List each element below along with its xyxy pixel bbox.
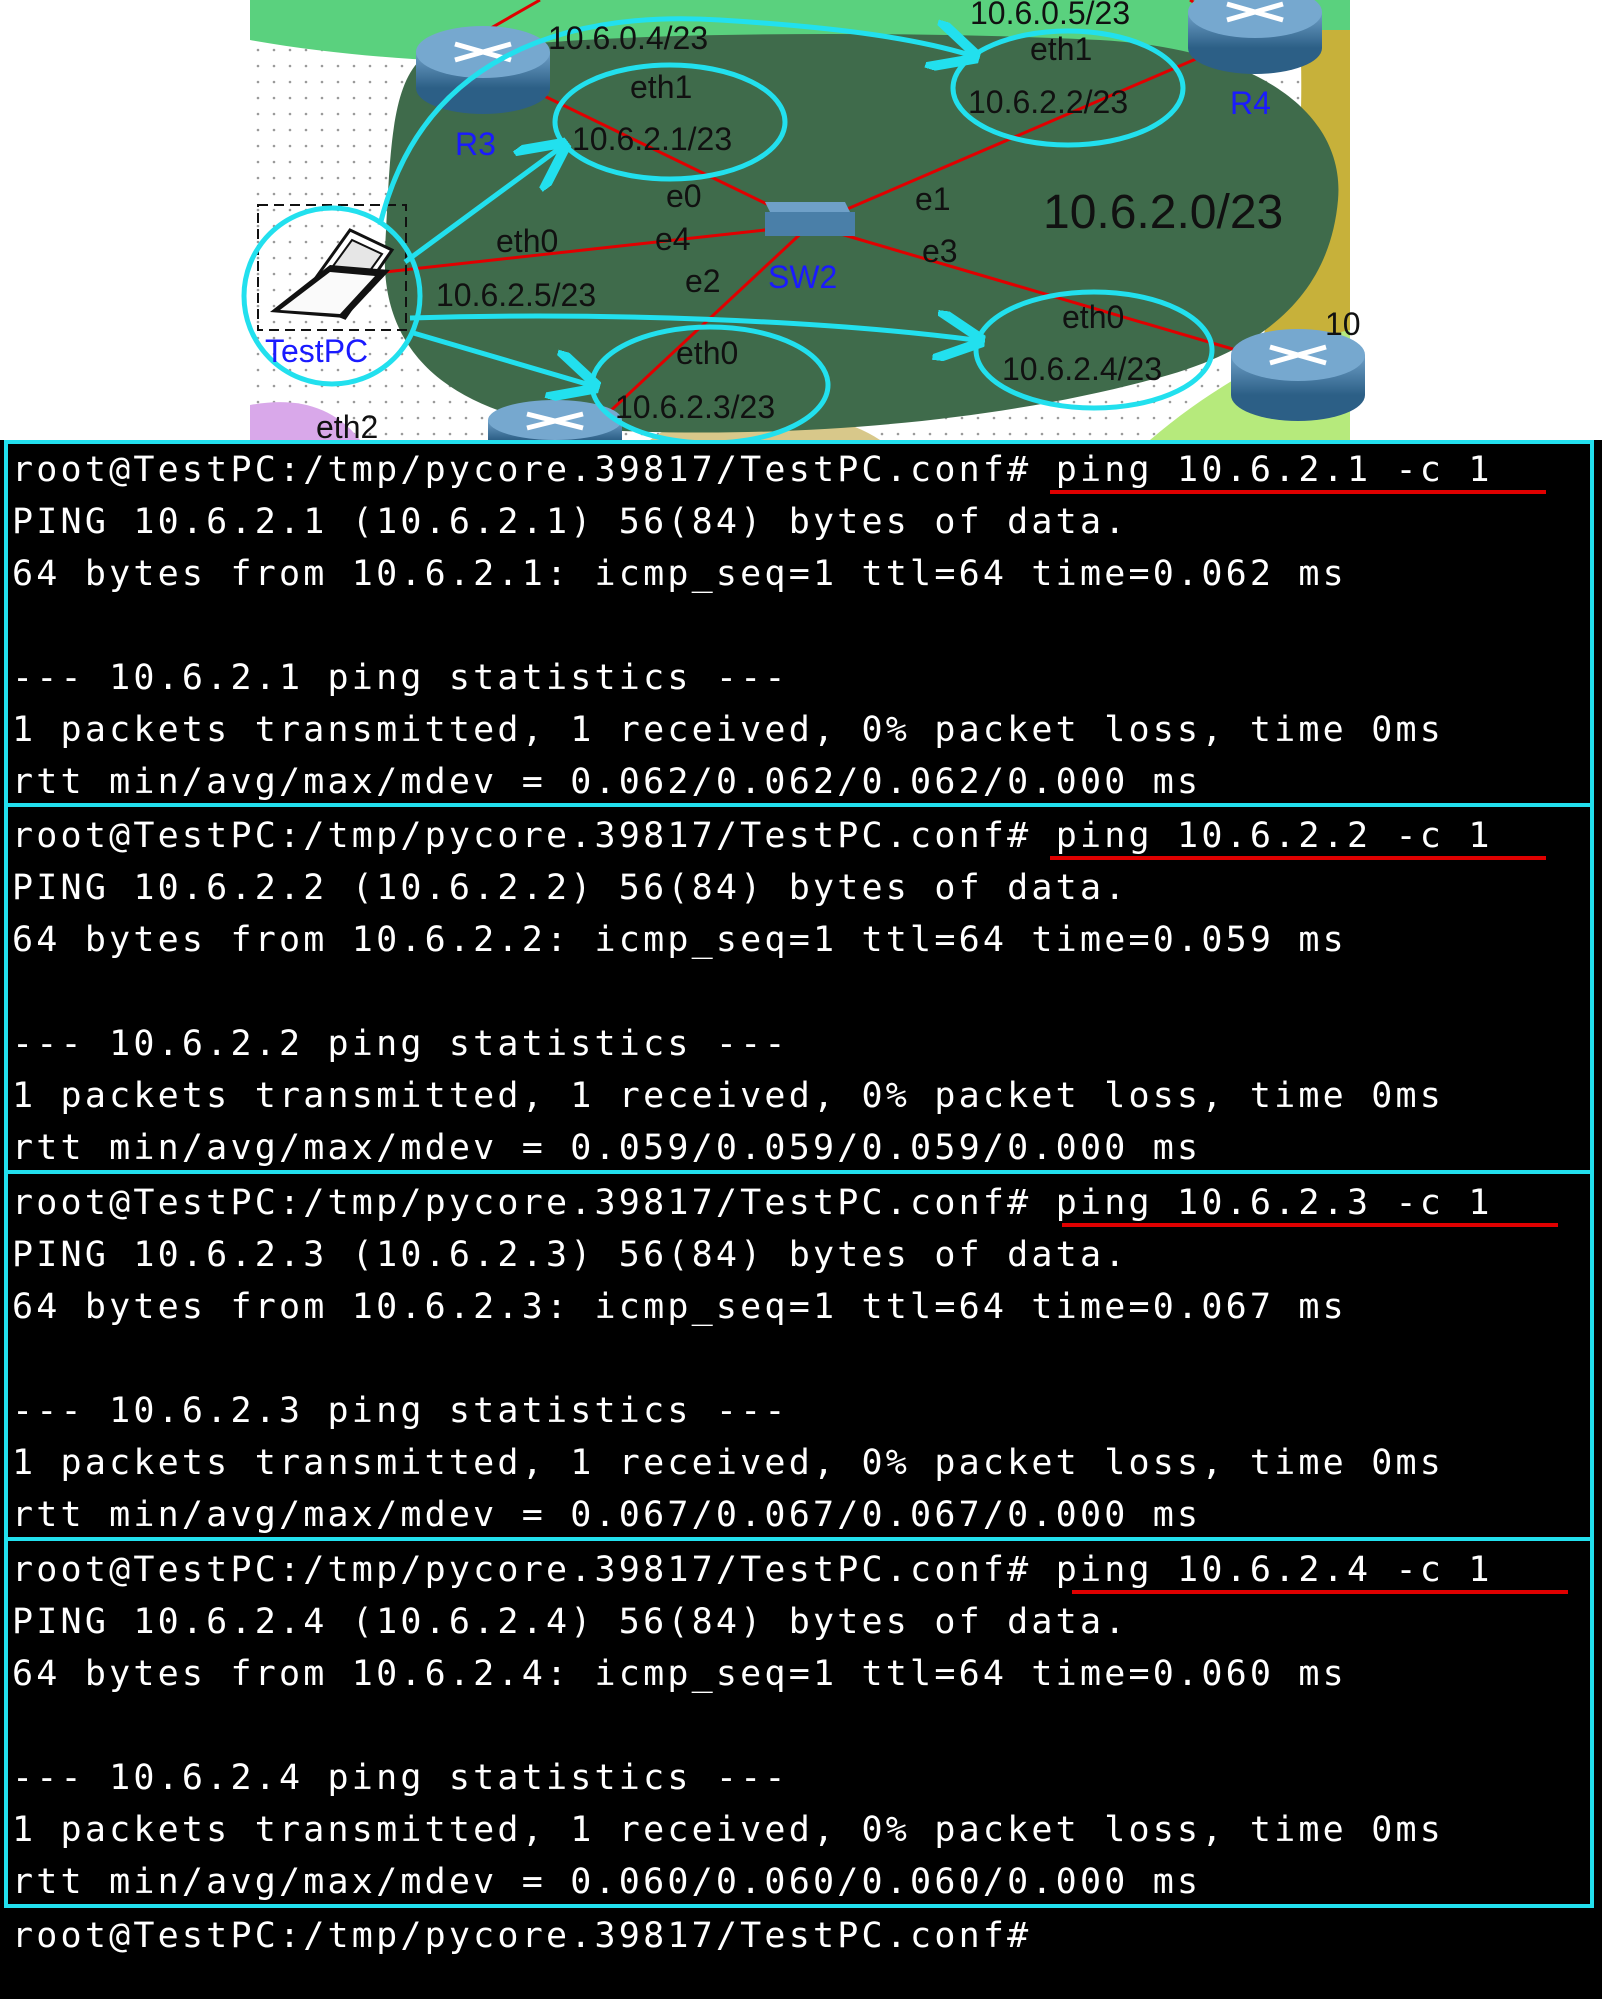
output-line: rtt min/avg/max/mdev = 0.060/0.060/0.060…: [12, 1862, 1202, 1902]
output-line: 64 bytes from 10.6.2.3: icmp_seq=1 ttl=6…: [12, 1287, 1347, 1327]
sw2-port-e0: e0: [666, 178, 702, 214]
output-line: 1 packets transmitted, 1 received, 0% pa…: [12, 1810, 1445, 1850]
command-underline: [1050, 856, 1546, 860]
output-line: 64 bytes from 10.6.2.4: icmp_seq=1 ttl=6…: [12, 1654, 1347, 1694]
output-line: PING 10.6.2.3 (10.6.2.3) 56(84) bytes of…: [12, 1235, 1129, 1275]
router-r4[interactable]: [1188, 0, 1322, 74]
command-underline: [1072, 1590, 1568, 1594]
subnet-label: 10.6.2.0/23: [1043, 186, 1283, 239]
r4-name: R4: [1230, 85, 1271, 121]
r3-name: R3: [455, 126, 496, 162]
ping-command: ping 10.6.2.3 -c 1: [1031, 1183, 1493, 1223]
sw2-port-e2: e2: [685, 263, 721, 299]
ping-command: ping 10.6.2.1 -c 1: [1031, 450, 1493, 490]
router-r5[interactable]: [1231, 329, 1365, 421]
shell-prompt: root@TestPC:/tmp/pycore.39817/TestPC.con…: [12, 816, 1032, 856]
output-line: rtt min/avg/max/mdev = 0.067/0.067/0.067…: [12, 1495, 1202, 1535]
shell-prompt: root@TestPC:/tmp/pycore.39817/TestPC.con…: [12, 1550, 1032, 1590]
shell-prompt: root@TestPC:/tmp/pycore.39817/TestPC.con…: [12, 1183, 1032, 1223]
command-underline: [1062, 1223, 1558, 1227]
switch-sw2[interactable]: [765, 202, 855, 236]
output-line: rtt min/avg/max/mdev = 0.062/0.062/0.062…: [12, 762, 1202, 802]
r5-iface: eth0: [1062, 299, 1124, 335]
output-line: PING 10.6.2.2 (10.6.2.2) 56(84) bytes of…: [12, 868, 1129, 908]
r5-partial-label: 10: [1325, 306, 1361, 342]
r3-ip: 10.6.2.1/23: [572, 121, 732, 157]
ping-command: ping 10.6.2.2 -c 1: [1031, 816, 1493, 856]
output-line: PING 10.6.2.1 (10.6.2.1) 56(84) bytes of…: [12, 502, 1129, 542]
sw2-port-e4: e4: [655, 221, 691, 257]
sw2-port-e3: e3: [922, 233, 958, 269]
output-line: 64 bytes from 10.6.2.2: icmp_seq=1 ttl=6…: [12, 920, 1347, 960]
output-line: 64 bytes from 10.6.2.1: icmp_seq=1 ttl=6…: [12, 554, 1347, 594]
command-line: root@TestPC:/tmp/pycore.39817/TestPC.con…: [12, 1177, 1493, 1229]
r4-ip: 10.6.2.2/23: [968, 84, 1128, 120]
ping-command: ping 10.6.2.4 -c 1: [1031, 1550, 1493, 1590]
current-prompt-line[interactable]: root@TestPC:/tmp/pycore.39817/TestPC.con…: [12, 1910, 1031, 1962]
topology-canvas: 10.6.0.4/23 10.6.0.5/23 R3 R4 eth1 10.6.…: [0, 0, 1602, 440]
sw2-port-e1: e1: [915, 181, 951, 217]
shell-prompt: root@TestPC:/tmp/pycore.39817/TestPC.con…: [12, 1916, 1032, 1956]
r-bottom-ip: 10.6.2.3/23: [615, 389, 775, 425]
output-line: 1 packets transmitted, 1 received, 0% pa…: [12, 1443, 1445, 1483]
r4-upper-ip: 10.6.0.5/23: [970, 0, 1130, 31]
output-line: 1 packets transmitted, 1 received, 0% pa…: [12, 710, 1445, 750]
terminal-window[interactable]: root@TestPC:/tmp/pycore.39817/TestPC.con…: [0, 440, 1602, 1999]
r5-ip: 10.6.2.4/23: [1002, 351, 1162, 387]
sw2-name: SW2: [768, 259, 837, 295]
r4-iface: eth1: [1030, 31, 1092, 67]
eth2-label: eth2: [316, 409, 378, 440]
command-line: root@TestPC:/tmp/pycore.39817/TestPC.con…: [12, 810, 1493, 862]
testpc-name: TestPC: [265, 333, 368, 369]
command-line: root@TestPC:/tmp/pycore.39817/TestPC.con…: [12, 1544, 1493, 1596]
shell-prompt: root@TestPC:/tmp/pycore.39817/TestPC.con…: [12, 450, 1032, 490]
r3-iface: eth1: [630, 69, 692, 105]
output-line: rtt min/avg/max/mdev = 0.059/0.059/0.059…: [12, 1128, 1202, 1168]
output-line: PING 10.6.2.4 (10.6.2.4) 56(84) bytes of…: [12, 1602, 1129, 1642]
testpc-iface: eth0: [496, 223, 558, 259]
output-line: --- 10.6.2.3 ping statistics ---: [12, 1391, 789, 1431]
output-line: --- 10.6.2.2 ping statistics ---: [12, 1024, 789, 1064]
output-line: --- 10.6.2.1 ping statistics ---: [12, 658, 789, 698]
output-line: 1 packets transmitted, 1 received, 0% pa…: [12, 1076, 1445, 1116]
command-line: root@TestPC:/tmp/pycore.39817/TestPC.con…: [12, 444, 1493, 496]
r-bottom-iface: eth0: [676, 335, 738, 371]
command-underline: [1050, 490, 1546, 494]
r3-upper-ip: 10.6.0.4/23: [548, 20, 708, 56]
output-line: --- 10.6.2.4 ping statistics ---: [12, 1758, 789, 1798]
testpc-ip: 10.6.2.5/23: [436, 277, 596, 313]
